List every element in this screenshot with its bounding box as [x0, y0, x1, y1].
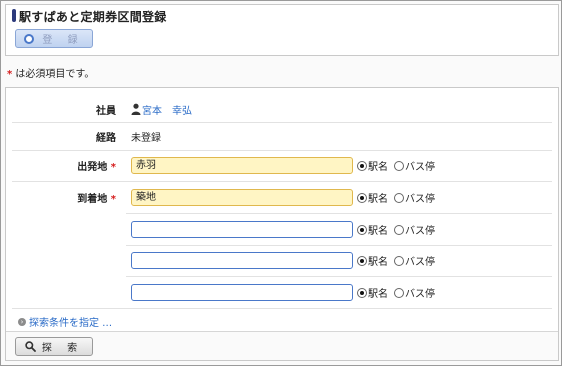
divider [12, 181, 552, 182]
divider [12, 150, 552, 151]
departure-label-text: 出発地 [77, 162, 108, 173]
title-marker [12, 9, 16, 22]
arrival-label: 到着地 * [6, 190, 116, 205]
required-mark: * [110, 194, 116, 205]
stop-input[interactable] [131, 221, 353, 238]
divider [126, 276, 552, 277]
required-mark: * [7, 69, 13, 80]
required-note: * は必須項目です。 [7, 65, 94, 80]
stop-input[interactable] [131, 284, 353, 301]
stop-type-radios: 駅名 バス停 [357, 252, 441, 269]
page-title: 駅すぱあと定期券区間登録 [19, 10, 167, 24]
form-footer: 探 索 [6, 331, 558, 360]
search-button-label: 探 索 [41, 343, 84, 354]
stop-type-radios: 駅名 バス停 [357, 284, 441, 301]
radio-station-label: 駅名 [368, 226, 388, 237]
divider [12, 122, 552, 123]
arrival-input[interactable]: 築地 [131, 189, 353, 206]
stop-type-radios: 駅名 バス停 [357, 221, 441, 238]
radio-station-label: 駅名 [368, 289, 388, 300]
radio-bus-stop-label: バス停 [405, 194, 435, 205]
register-button-label: 登 録 [42, 35, 84, 46]
radio-station[interactable] [357, 287, 367, 298]
radio-bus-stop-label: バス停 [405, 162, 435, 173]
divider [126, 213, 552, 214]
radio-bus-stop-label: バス停 [405, 289, 435, 300]
radio-bus-stop[interactable] [394, 224, 404, 235]
radio-bus-stop-label: バス停 [405, 257, 435, 268]
arrival-type-radios: 駅名 バス停 [357, 189, 441, 206]
chevron-right-icon: › [18, 317, 26, 326]
required-mark: * [110, 162, 116, 173]
employee-label: 社員 [96, 106, 116, 117]
route-value: 未登録 [131, 133, 161, 144]
route-label: 経路 [96, 133, 116, 144]
circle-icon [24, 33, 35, 44]
employee-name-link[interactable]: 宮本 幸弘 [142, 102, 192, 117]
divider [12, 308, 552, 309]
radio-station-label: 駅名 [368, 162, 388, 173]
search-button[interactable]: 探 索 [15, 337, 93, 356]
departure-input[interactable]: 赤羽 [131, 157, 353, 174]
radio-station[interactable] [357, 160, 367, 171]
radio-station[interactable] [357, 192, 367, 203]
divider [126, 245, 552, 246]
register-button[interactable]: 登 録 [15, 29, 93, 48]
search-conditions-link[interactable]: › 探索条件を指定 … [18, 314, 112, 329]
route-form: 社員 宮本 幸弘 経路 未登録 出発地 * 赤羽 駅名 バス停 到着地 * 築地 [5, 87, 559, 361]
radio-bus-stop[interactable] [394, 192, 404, 203]
radio-bus-stop-label: バス停 [405, 226, 435, 237]
arrival-label-text: 到着地 [77, 194, 108, 205]
departure-type-radios: 駅名 バス停 [357, 157, 441, 174]
radio-station-label: 駅名 [368, 194, 388, 205]
radio-station[interactable] [357, 224, 367, 235]
radio-bus-stop[interactable] [394, 287, 404, 298]
radio-bus-stop[interactable] [394, 160, 404, 171]
radio-station[interactable] [357, 255, 367, 266]
search-conditions-link-text: 探索条件を指定 … [29, 318, 113, 329]
radio-bus-stop[interactable] [394, 255, 404, 266]
magnifier-icon [25, 341, 36, 352]
departure-label: 出発地 * [6, 158, 116, 173]
window-frame: 駅すぱあと定期券区間登録 登 録 * は必須項目です。 社員 宮本 幸弘 経路 … [0, 0, 562, 366]
stop-input[interactable] [131, 252, 353, 269]
required-note-text: は必須項目です。 [15, 69, 95, 80]
person-icon [131, 103, 141, 115]
radio-station-label: 駅名 [368, 257, 388, 268]
header-panel: 駅すぱあと定期券区間登録 登 録 [5, 4, 559, 56]
